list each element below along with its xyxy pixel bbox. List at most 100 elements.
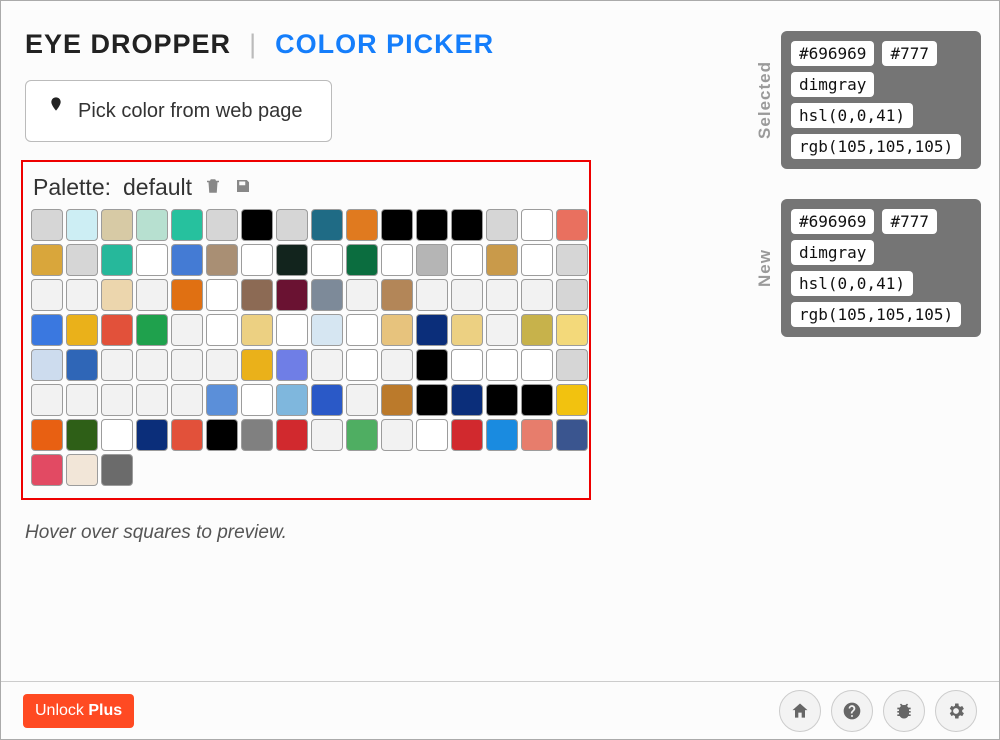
swatch[interactable] [346, 279, 378, 311]
swatch[interactable] [66, 244, 98, 276]
swatch[interactable] [66, 209, 98, 241]
tab-eye-dropper[interactable]: EYE DROPPER [25, 29, 231, 60]
swatch[interactable] [381, 419, 413, 451]
swatch[interactable] [346, 349, 378, 381]
swatch[interactable] [451, 349, 483, 381]
help-icon[interactable] [831, 690, 873, 732]
swatch[interactable] [241, 349, 273, 381]
swatch[interactable] [311, 209, 343, 241]
swatch[interactable] [31, 454, 63, 486]
swatch[interactable] [416, 314, 448, 346]
swatch[interactable] [311, 419, 343, 451]
swatch[interactable] [241, 314, 273, 346]
selected-name[interactable]: dimgray [791, 72, 874, 97]
new-rgb[interactable]: rgb(105,105,105) [791, 302, 961, 327]
selected-rgb[interactable]: rgb(105,105,105) [791, 134, 961, 159]
swatch[interactable] [136, 209, 168, 241]
swatch[interactable] [31, 209, 63, 241]
swatch[interactable] [416, 244, 448, 276]
selected-short[interactable]: #777 [882, 41, 937, 66]
swatch[interactable] [381, 384, 413, 416]
swatch[interactable] [381, 244, 413, 276]
swatch[interactable] [311, 279, 343, 311]
swatch[interactable] [136, 244, 168, 276]
new-short[interactable]: #777 [882, 209, 937, 234]
swatch[interactable] [451, 209, 483, 241]
swatch[interactable] [276, 209, 308, 241]
swatch[interactable] [276, 419, 308, 451]
swatch[interactable] [241, 384, 273, 416]
swatch[interactable] [486, 279, 518, 311]
new-name[interactable]: dimgray [791, 240, 874, 265]
swatch[interactable] [416, 209, 448, 241]
swatch[interactable] [101, 314, 133, 346]
swatch[interactable] [276, 314, 308, 346]
swatch[interactable] [556, 384, 588, 416]
swatch[interactable] [416, 419, 448, 451]
swatch[interactable] [486, 314, 518, 346]
swatch[interactable] [241, 244, 273, 276]
swatch[interactable] [521, 209, 553, 241]
swatch[interactable] [311, 384, 343, 416]
swatch[interactable] [136, 384, 168, 416]
swatch[interactable] [416, 384, 448, 416]
swatch[interactable] [346, 244, 378, 276]
swatch[interactable] [451, 279, 483, 311]
home-icon[interactable] [779, 690, 821, 732]
swatch[interactable] [66, 454, 98, 486]
swatch[interactable] [241, 419, 273, 451]
swatch[interactable] [346, 209, 378, 241]
swatch[interactable] [31, 244, 63, 276]
swatch[interactable] [521, 384, 553, 416]
swatch[interactable] [66, 349, 98, 381]
swatch[interactable] [101, 279, 133, 311]
swatch[interactable] [556, 314, 588, 346]
swatch[interactable] [31, 384, 63, 416]
swatch[interactable] [31, 279, 63, 311]
save-icon[interactable] [234, 174, 252, 201]
swatch[interactable] [521, 349, 553, 381]
swatch[interactable] [486, 209, 518, 241]
swatch[interactable] [241, 209, 273, 241]
swatch[interactable] [556, 349, 588, 381]
swatch[interactable] [416, 279, 448, 311]
swatch[interactable] [206, 209, 238, 241]
new-hsl[interactable]: hsl(0,0,41) [791, 271, 913, 296]
swatch[interactable] [206, 349, 238, 381]
swatch[interactable] [171, 384, 203, 416]
swatch[interactable] [311, 314, 343, 346]
swatch[interactable] [346, 314, 378, 346]
swatch[interactable] [276, 384, 308, 416]
swatch[interactable] [206, 279, 238, 311]
swatch[interactable] [206, 419, 238, 451]
bug-icon[interactable] [883, 690, 925, 732]
swatch[interactable] [451, 384, 483, 416]
swatch[interactable] [346, 384, 378, 416]
swatch[interactable] [521, 279, 553, 311]
swatch[interactable] [276, 349, 308, 381]
swatch[interactable] [416, 349, 448, 381]
swatch[interactable] [206, 244, 238, 276]
swatch[interactable] [486, 419, 518, 451]
swatch[interactable] [31, 419, 63, 451]
swatch[interactable] [171, 209, 203, 241]
swatch[interactable] [101, 349, 133, 381]
swatch[interactable] [136, 419, 168, 451]
swatch[interactable] [556, 419, 588, 451]
swatch[interactable] [101, 419, 133, 451]
swatch[interactable] [136, 349, 168, 381]
swatch[interactable] [31, 349, 63, 381]
gear-icon[interactable] [935, 690, 977, 732]
swatch[interactable] [241, 279, 273, 311]
swatch[interactable] [451, 244, 483, 276]
swatch[interactable] [101, 454, 133, 486]
pick-from-page-button[interactable]: Pick color from web page [25, 80, 332, 142]
swatch[interactable] [66, 314, 98, 346]
swatch[interactable] [101, 209, 133, 241]
swatch[interactable] [486, 244, 518, 276]
swatch[interactable] [486, 349, 518, 381]
swatch[interactable] [66, 419, 98, 451]
swatch[interactable] [556, 244, 588, 276]
swatch[interactable] [101, 384, 133, 416]
swatch[interactable] [521, 244, 553, 276]
